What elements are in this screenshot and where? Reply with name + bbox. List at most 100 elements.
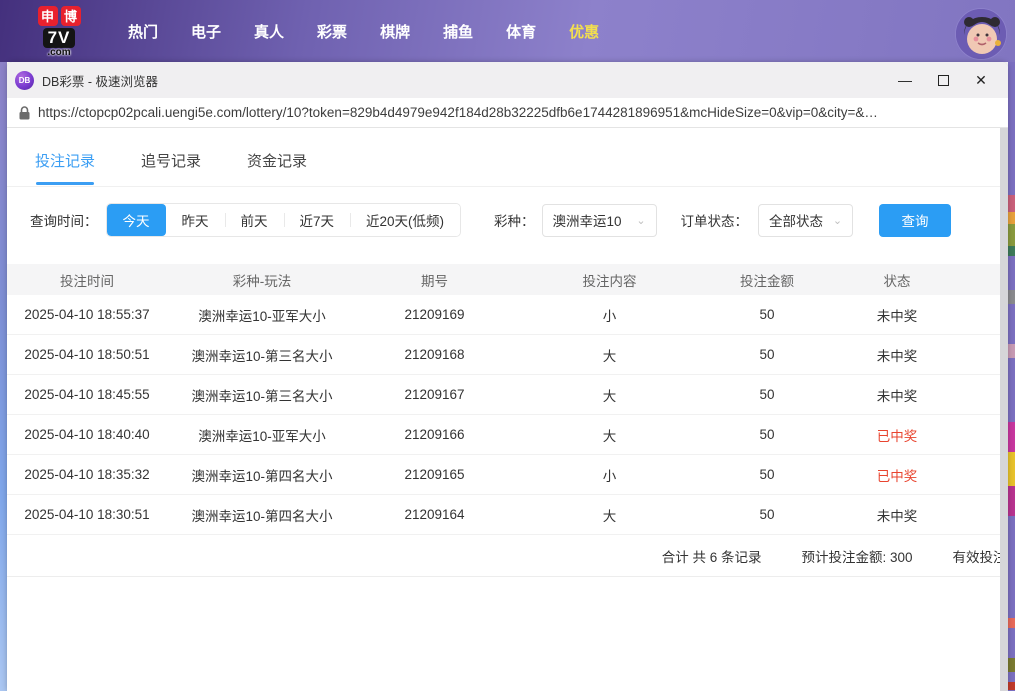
browser-window: DB DB彩票 - 极速浏览器 — ✕ https://ctopcp02pcal… xyxy=(7,62,1008,691)
time-option[interactable]: 前天 xyxy=(225,204,284,236)
summary-expected-amount: 预计投注金额: 300 xyxy=(801,546,912,566)
cell-bet-amount: 50 xyxy=(707,307,827,322)
time-option[interactable]: 昨天 xyxy=(166,204,225,236)
cell-bet-amount: 50 xyxy=(707,507,827,522)
chevron-down-icon: ⌄ xyxy=(833,214,842,227)
lottery-select[interactable]: 澳洲幸运10 ⌄ xyxy=(542,204,657,237)
site-nav-item[interactable]: 彩票 xyxy=(315,15,349,48)
cell-bet-amount: 50 xyxy=(707,467,827,482)
cell-issue-number: 21209167 xyxy=(357,387,512,402)
site-nav-item[interactable]: 捕鱼 xyxy=(441,15,475,48)
cell-game-play: 澳洲幸运10-亚军大小 xyxy=(167,305,357,325)
cell-bet-content: 大 xyxy=(512,345,707,365)
active-tab-underline xyxy=(36,182,94,185)
table-row[interactable]: 2025-04-10 18:55:37 澳洲幸运10-亚军大小 21209169… xyxy=(7,295,1008,335)
cell-game-play: 澳洲幸运10-第三名大小 xyxy=(167,345,357,365)
cell-status: 未中奖 xyxy=(827,345,967,365)
column-header: 投注时间 xyxy=(7,270,167,290)
cell-bet-content: 大 xyxy=(512,505,707,525)
close-button[interactable]: ✕ xyxy=(962,65,1000,95)
filter-bar: 查询时间： 今天昨天前天近7天近20天(低频) 彩种： 澳洲幸运10 ⌄ 订单状… xyxy=(30,203,1008,237)
order-status-select[interactable]: 全部状态 ⌄ xyxy=(758,204,853,237)
site-nav-items: 热门电子真人彩票棋牌捕鱼体育优惠 xyxy=(126,15,601,48)
record-tabs: 投注记录 追号记录 资金记录 xyxy=(7,128,1008,187)
cell-bet-time: 2025-04-10 18:50:51 xyxy=(7,347,167,362)
time-option[interactable]: 今天 xyxy=(107,204,166,236)
cell-issue-number: 21209168 xyxy=(357,347,512,362)
site-nav-item[interactable]: 体育 xyxy=(504,15,538,48)
cell-bet-amount: 50 xyxy=(707,427,827,442)
column-header: 状态 xyxy=(827,270,967,290)
column-header: 彩种-玩法 xyxy=(167,270,357,290)
tab-0[interactable]: 投注记录 xyxy=(35,150,95,186)
site-logo[interactable]: 申 博 7V .com xyxy=(28,6,90,57)
tab-2[interactable]: 资金记录 xyxy=(247,150,307,186)
site-nav-item[interactable]: 优惠 xyxy=(567,15,601,48)
lock-icon xyxy=(19,106,30,120)
logo-com-text: .com xyxy=(47,48,70,57)
site-nav-item[interactable]: 棋牌 xyxy=(378,15,412,48)
table-row[interactable]: 2025-04-10 18:35:32 澳洲幸运10-第四名大小 2120916… xyxy=(7,455,1008,495)
time-option[interactable]: 近20天(低频) xyxy=(350,204,460,236)
site-nav-item[interactable]: 热门 xyxy=(126,15,160,48)
cell-status: 已中奖 xyxy=(827,425,967,445)
background-page-right-edge xyxy=(1008,62,1015,691)
address-bar[interactable]: https://ctopcp02pcali.uengi5e.com/lotter… xyxy=(7,98,1008,128)
cell-game-play: 澳洲幸运10-亚军大小 xyxy=(167,425,357,445)
cell-issue-number: 21209166 xyxy=(357,427,512,442)
logo-badge-bo: 博 xyxy=(61,6,81,26)
window-titlebar[interactable]: DB DB彩票 - 极速浏览器 — ✕ xyxy=(7,62,1008,98)
avatar-illustration xyxy=(956,9,1007,60)
background-fragment xyxy=(1008,658,1015,672)
background-fragment xyxy=(1008,452,1015,486)
maximize-button[interactable] xyxy=(924,65,962,95)
close-icon: ✕ xyxy=(975,72,987,89)
vertical-scrollbar[interactable] xyxy=(1000,128,1008,691)
column-header: 投注内容 xyxy=(512,270,707,290)
user-avatar[interactable] xyxy=(955,8,1007,60)
table-row[interactable]: 2025-04-10 18:45:55 澳洲幸运10-第三名大小 2120916… xyxy=(7,375,1008,415)
table-row[interactable]: 2025-04-10 18:50:51 澳洲幸运10-第三名大小 2120916… xyxy=(7,335,1008,375)
query-button[interactable]: 查询 xyxy=(879,204,951,237)
background-fragment xyxy=(1008,246,1015,256)
cell-bet-content: 小 xyxy=(512,305,707,325)
logo-badge-shen: 申 xyxy=(38,6,58,26)
db-favicon-icon: DB xyxy=(15,71,34,90)
time-option[interactable]: 近7天 xyxy=(284,204,351,236)
page-content: 投注记录 追号记录 资金记录 查询时间： 今天昨天前天近7天近20天(低频) 彩种：… xyxy=(7,128,1008,691)
site-nav-item[interactable]: 电子 xyxy=(189,15,223,48)
table-row[interactable]: 2025-04-10 18:30:51 澳洲幸运10-第四名大小 2120916… xyxy=(7,495,1008,535)
cell-issue-number: 21209164 xyxy=(357,507,512,522)
table-row[interactable]: 2025-04-10 18:40:40 澳洲幸运10-亚军大小 21209166… xyxy=(7,415,1008,455)
background-fragment xyxy=(1008,212,1015,224)
cell-bet-time: 2025-04-10 18:55:37 xyxy=(7,307,167,322)
cell-bet-time: 2025-04-10 18:45:55 xyxy=(7,387,167,402)
background-fragment xyxy=(1008,344,1015,358)
table-header-row: 投注时间彩种-玩法期号投注内容投注金额状态 xyxy=(7,264,1008,295)
logo-7v-text: 7V xyxy=(43,28,76,48)
background-fragment xyxy=(1008,290,1015,304)
background-fragment xyxy=(1008,224,1015,246)
cell-bet-time: 2025-04-10 18:30:51 xyxy=(7,507,167,522)
cell-bet-content: 小 xyxy=(512,465,707,485)
minimize-icon: — xyxy=(898,72,912,88)
site-nav-item[interactable]: 真人 xyxy=(252,15,286,48)
cell-bet-time: 2025-04-10 18:40:40 xyxy=(7,427,167,442)
background-fragment xyxy=(1008,195,1015,213)
url-text[interactable]: https://ctopcp02pcali.uengi5e.com/lotter… xyxy=(38,105,878,120)
lottery-select-value: 澳洲幸运10 xyxy=(553,210,622,230)
cell-bet-time: 2025-04-10 18:35:32 xyxy=(7,467,167,482)
order-status-value: 全部状态 xyxy=(769,210,823,230)
table-body: 2025-04-10 18:55:37 澳洲幸运10-亚军大小 21209169… xyxy=(7,295,1008,535)
column-header: 投注金额 xyxy=(707,270,827,290)
site-navbar: 申 博 7V .com 热门电子真人彩票棋牌捕鱼体育优惠 xyxy=(0,0,1015,62)
window-title: DB彩票 - 极速浏览器 xyxy=(42,71,158,90)
cell-game-play: 澳洲幸运10-第四名大小 xyxy=(167,505,357,525)
minimize-button[interactable]: — xyxy=(886,65,924,95)
background-fragment xyxy=(1008,618,1015,628)
tab-1[interactable]: 追号记录 xyxy=(141,150,201,186)
cell-game-play: 澳洲幸运10-第三名大小 xyxy=(167,385,357,405)
cell-status: 未中奖 xyxy=(827,385,967,405)
background-fragment xyxy=(1008,682,1015,690)
maximize-icon xyxy=(938,75,949,86)
